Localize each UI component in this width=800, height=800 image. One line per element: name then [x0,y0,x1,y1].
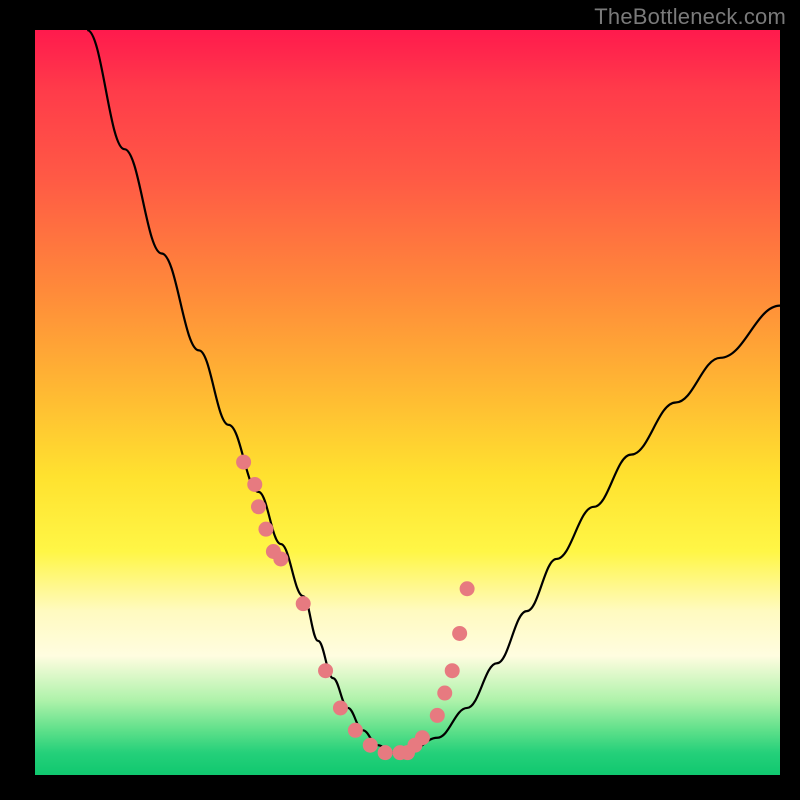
chart-frame: TheBottleneck.com [0,0,800,800]
marker-dot [273,551,288,566]
chart-svg [35,30,780,775]
marker-dot [378,745,393,760]
watermark-text: TheBottleneck.com [594,4,786,30]
chart-plot-area [35,30,780,775]
marker-dot [430,708,445,723]
marker-dot [247,477,262,492]
marker-dot [296,596,311,611]
marker-dot [348,723,363,738]
bottleneck-curve [87,30,780,753]
marker-dot [318,663,333,678]
marker-dot [258,522,273,537]
marker-dot [415,730,430,745]
marker-dot [333,700,348,715]
marker-dot [445,663,460,678]
marker-dot [437,686,452,701]
marker-dot [236,455,251,470]
marker-dot [251,499,266,514]
marker-group [236,455,475,761]
marker-dot [452,626,467,641]
marker-dot [363,738,378,753]
marker-dot [460,581,475,596]
